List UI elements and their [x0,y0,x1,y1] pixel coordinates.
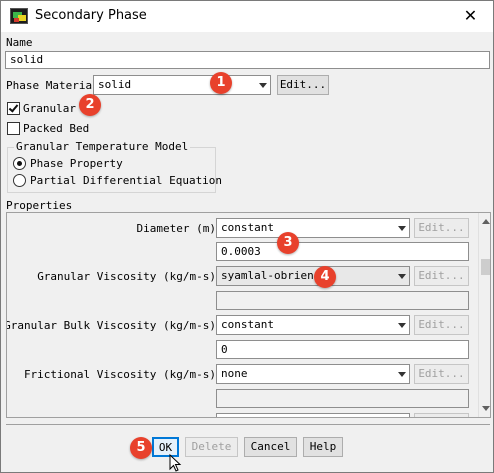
granular-bulk-viscosity-method-value: constant [221,318,274,331]
radio-partial-differential-equation-label: Partial Differential Equation [30,174,223,187]
close-button[interactable]: ✕ [448,1,493,32]
name-input[interactable]: solid [5,51,490,69]
help-button[interactable]: Help [303,437,343,457]
granular-label: Granular [23,102,76,115]
granular-viscosity-method-value: syamlal-obrien [221,269,314,282]
window-title: Secondary Phase [35,8,147,23]
annotation-badge-3: 3 [277,232,299,254]
granular-bulk-viscosity-edit-button[interactable]: Edit... [414,315,469,335]
granular-viscosity-method-dropdown[interactable]: syamlal-obrien [216,266,410,286]
diameter-label: Diameter (m) [136,222,216,235]
chevron-down-icon [398,372,406,377]
chevron-down-icon [398,323,406,328]
mouse-cursor-icon [169,454,182,472]
scroll-down-arrow-icon[interactable] [482,406,490,411]
properties-panel: Diameter (m) constant Edit... 0.0003 Gra… [6,212,491,418]
packed-bed-label: Packed Bed [23,122,90,135]
frictional-viscosity-label: Frictional Viscosity (kg/m-s) [23,368,216,381]
radio-phase-property-label: Phase Property [30,157,123,170]
frictional-viscosity-method-dropdown[interactable]: none [216,364,410,384]
frictional-viscosity-value-input[interactable] [216,389,469,408]
packed-bed-checkbox[interactable] [7,122,20,135]
radio-selected-dot [17,161,22,166]
granular-bulk-viscosity-method-dropdown[interactable]: constant [216,315,410,335]
diameter-method-dropdown[interactable]: constant [216,218,410,238]
name-label: Name [6,36,33,49]
fluent-app-icon [10,8,28,24]
properties-title: Properties [6,199,73,212]
radio-phase-property[interactable] [13,157,26,170]
scroll-up-arrow-icon[interactable] [482,219,490,224]
annotation-badge-2: 2 [79,94,101,116]
chevron-down-icon [398,226,406,231]
radio-partial-differential-equation[interactable] [13,174,26,187]
phase-material-edit-button[interactable]: Edit... [277,75,329,95]
scroll-thumb[interactable] [481,259,490,275]
frictional-viscosity-edit-button[interactable]: Edit... [414,364,469,384]
granular-viscosity-value-input[interactable] [216,291,469,310]
annotation-badge-4: 4 [314,266,336,288]
granular-checkbox[interactable] [7,102,20,115]
phase-material-dropdown[interactable]: solid [93,75,271,95]
chevron-down-icon [259,83,267,88]
cancel-button[interactable]: Cancel [244,437,297,457]
annotation-badge-5: 5 [130,437,152,459]
button-separator [6,424,490,425]
frictional-viscosity-method-value: none [221,367,248,380]
next-property-method-dropdown[interactable] [216,413,410,417]
diameter-edit-button[interactable]: Edit... [414,218,469,238]
phase-material-label: Phase Material [6,79,99,92]
chevron-down-icon [398,274,406,279]
granular-bulk-viscosity-value-input[interactable]: 0 [216,340,469,359]
granular-bulk-viscosity-label: Granular Bulk Viscosity (kg/m-s) [6,319,216,332]
granular-viscosity-label: Granular Viscosity (kg/m-s) [37,270,216,283]
checkmark-icon [8,102,19,113]
diameter-value-input[interactable]: 0.0003 [216,242,469,261]
granular-viscosity-edit-button[interactable]: Edit... [414,266,469,286]
granular-temperature-model-title: Granular Temperature Model [14,140,191,153]
properties-scrollbar[interactable] [478,213,490,417]
annotation-badge-1: 1 [210,72,232,94]
diameter-method-value: constant [221,221,274,234]
secondary-phase-dialog: Secondary Phase ✕ Name solid Phase Mater… [0,0,494,473]
title-bar: Secondary Phase ✕ [1,1,493,32]
delete-button[interactable]: Delete [185,437,238,457]
next-property-edit-button[interactable] [414,413,469,417]
phase-material-value: solid [98,78,132,91]
